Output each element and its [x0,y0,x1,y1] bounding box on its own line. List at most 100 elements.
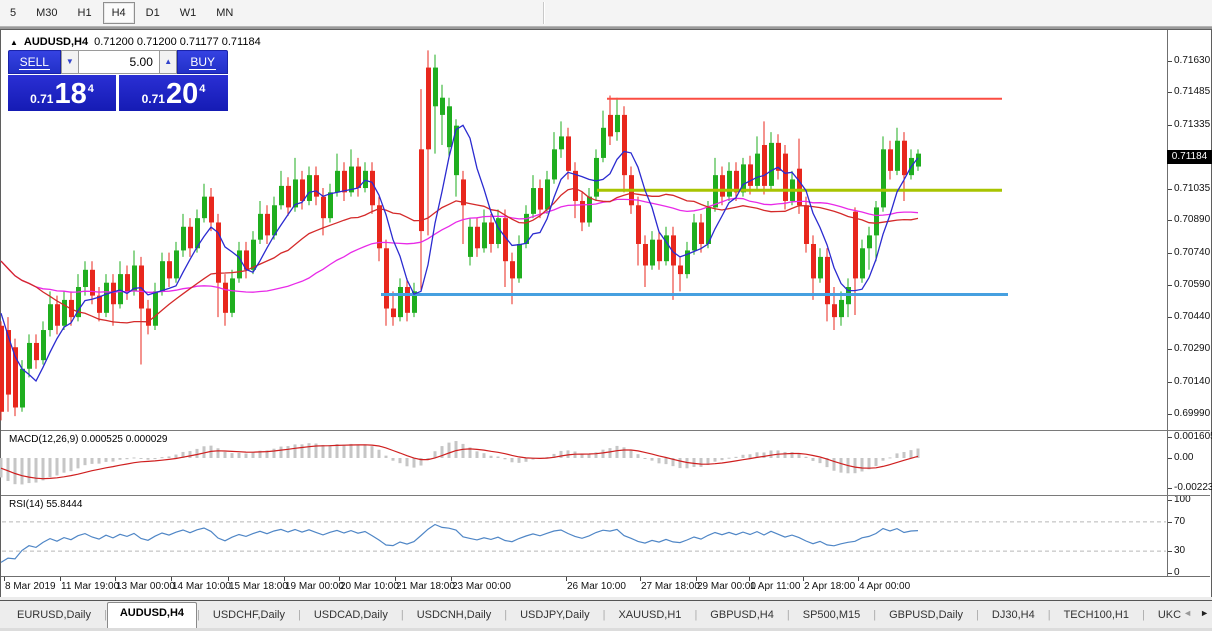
chart-tab-UKC[interactable]: UKC [1145,605,1182,625]
sell-button[interactable]: SELL [8,50,61,74]
chart-tab-USDJPY-Daily[interactable]: USDJPY,Daily [507,605,603,625]
one-click-trade-panel: SELL ▼ 5.00 ▲ BUY 0.71 18 4 0.71 20 4 [8,50,228,111]
price-axis-label: 0.70590 [1174,278,1211,290]
tab-scroll-right-icon[interactable]: ► [1200,608,1209,618]
date-axis-label: 14 Mar 10:00 [172,581,231,592]
buy-button-label: BUY [189,55,217,70]
sell-price-prefix: 0.71 [30,92,54,106]
sell-button-label: SELL [18,55,50,70]
rsi-axis-tick [1168,551,1172,553]
price-axis-tick [1168,189,1172,191]
macd-axis-tick [1168,458,1172,459]
timeframe-button-H1[interactable]: H1 [69,2,101,24]
date-axis-label: 4 Apr 00:00 [859,581,911,592]
price-axis-label: 0.70140 [1174,375,1211,387]
date-axis-label: 23 Mar 00:00 [452,581,511,592]
macd-axis-tick [1168,487,1172,489]
macd-axis-tick [1168,436,1172,438]
price-axis-tick [1168,124,1172,126]
macd-indicator-label: MACD(12,26,9) 0.000525 0.000029 [9,434,168,445]
timeframe-button-M30[interactable]: M30 [27,2,66,24]
date-axis-label: 29 Mar 00:00 [697,581,756,592]
chart-tab-DJ30-H4[interactable]: DJ30,H4 [979,605,1048,625]
chart-tab-USDCHF-Daily[interactable]: USDCHF,Daily [200,605,298,625]
timeframe-button-5[interactable]: 5 [1,2,25,24]
tab-scroll-left-icon[interactable]: ◄ [1183,608,1192,618]
timeframe-toolbar: 5 M30 H1 H4 D1 W1 MN [0,0,1212,27]
price-axis-tick [1168,381,1172,383]
chart-tab-SP500-M15[interactable]: SP500,M15 [790,605,873,625]
date-axis-label: 13 Mar 00:00 [116,581,175,592]
rsi-axis-label: 70 [1174,515,1186,527]
date-axis-label: 21 Mar 18:00 [396,581,455,592]
current-price-tag: 0.71184 [1167,150,1212,165]
date-axis[interactable]: 8 Mar 2019 11 Mar 19:00 13 Mar 00:00 14 Mar… [1,576,1210,597]
price-axis-tick [1168,349,1172,351]
buy-button[interactable]: BUY [177,50,228,74]
date-axis-label: 8 Mar 2019 [5,581,56,592]
date-axis-label: 26 Mar 10:00 [567,581,626,592]
chart-tab-XAUUSD-H1[interactable]: XAUUSD,H1 [605,605,694,625]
volume-decrease-button[interactable]: ▼ [60,50,80,74]
price-axis-tick [1168,61,1172,63]
timeframe-button-D1[interactable]: D1 [137,2,169,24]
sell-quote-box[interactable]: 0.71 18 4 [8,75,116,111]
price-axis-label: 0.71485 [1174,86,1211,98]
price-axis-tick [1168,317,1172,319]
price-axis-label: 0.71335 [1174,118,1211,130]
date-axis-label: 2 Apr 18:00 [804,581,856,592]
rsi-axis-tick [1168,521,1172,523]
sell-price-big: 18 [54,78,87,110]
macd-axis-label: -0.002235 [1174,481,1212,493]
chart-tab-GBPUSD-Daily[interactable]: GBPUSD,Daily [876,605,976,625]
chart-tab-TECH100-H1[interactable]: TECH100,H1 [1051,605,1142,625]
macd-axis-label: 0.00 [1174,452,1194,463]
chart-title: ▲ AUDUSD,H4 0.71200 0.71200 0.71177 0.71… [10,36,261,48]
rsi-axis-tick [1168,500,1172,501]
price-axis-label: 0.70890 [1174,214,1211,226]
timeframe-button-MN[interactable]: MN [207,2,242,24]
price-axis-tick [1168,284,1172,286]
buy-quote-box[interactable]: 0.71 20 4 [119,75,228,111]
price-axis-label: 0.70290 [1174,343,1211,355]
date-axis-label: 15 Mar 18:00 [229,581,288,592]
rsi-pane-divider[interactable] [1,495,1210,496]
chart-tab-AUDUSD-H4[interactable]: AUDUSD,H4 [106,602,198,629]
rsi-axis-tick [1168,573,1172,574]
price-axis-label: 0.70440 [1174,311,1211,323]
date-axis-label: 11 Mar 19:00 [61,581,120,592]
timeframe-button-W1[interactable]: W1 [171,2,206,24]
sell-price-pip: 4 [87,83,94,95]
chart-tab-USDCAD-Daily[interactable]: USDCAD,Daily [301,605,401,625]
chart-collapse-icon[interactable]: ▲ [10,38,18,47]
date-axis-label: 27 Mar 18:00 [641,581,700,592]
chart-tab-USDCNH-Daily[interactable]: USDCNH,Daily [404,605,505,625]
toolbar-separator [543,2,545,24]
macd-pane-divider[interactable] [1,430,1210,431]
macd-axis-label: 0.001605 [1174,430,1212,442]
rsi-indicator-label: RSI(14) 55.8444 [9,499,83,510]
rsi-axis-label: 30 [1174,545,1186,557]
volume-increase-button[interactable]: ▲ [158,50,178,74]
chart-window [0,29,1212,599]
price-axis-tick [1168,220,1172,222]
chart-ohlc-values: 0.71200 0.71200 0.71177 0.71184 [94,36,261,48]
date-axis-label: 1 Apr 11:00 [750,581,801,592]
chart-tab-strip: EURUSD,Daily | AUDUSD,H4 | USDCHF,Daily | USDC… [0,601,1182,629]
toolbar-shadow [0,27,1212,29]
buy-price-pip: 4 [199,83,206,95]
buy-price-big: 20 [165,78,199,110]
timeframe-button-H4[interactable]: H4 [102,2,135,24]
volume-input[interactable]: 5.00 [79,50,159,74]
tab-scroll-arrows: ◄ ► [1183,608,1209,618]
price-axis-label: 0.70740 [1174,246,1211,258]
chart-tab-bar: EURUSD,Daily | AUDUSD,H4 | USDCHF,Daily | USDC… [0,600,1212,629]
price-axis-tick [1168,413,1172,415]
chart-tab-GBPUSD-H4[interactable]: GBPUSD,H4 [697,605,787,625]
buy-price-prefix: 0.71 [141,92,165,106]
chart-symbol-label: AUDUSD,H4 [23,36,89,48]
price-axis-label: 0.71035 [1174,183,1211,195]
chart-tab-EURUSD-Daily[interactable]: EURUSD,Daily [4,605,104,625]
price-axis-label: 0.71630 [1174,55,1211,67]
price-axis-tick [1168,252,1172,254]
